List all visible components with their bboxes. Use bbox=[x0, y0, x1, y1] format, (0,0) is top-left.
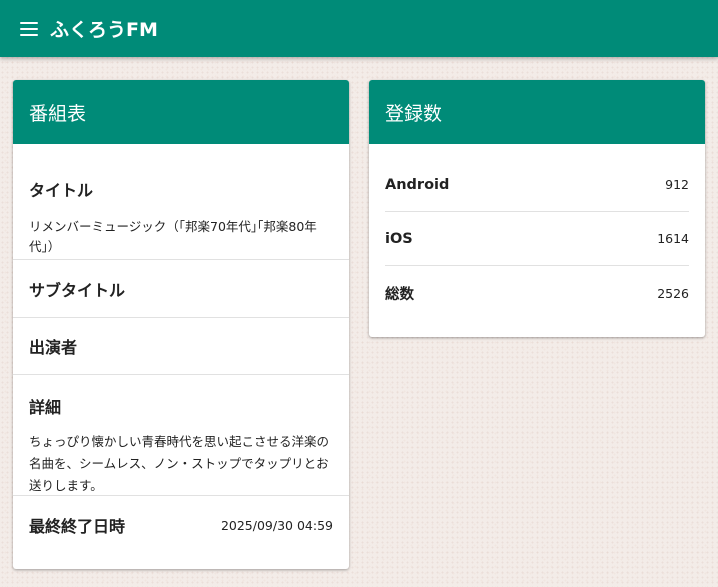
registration-label: 総数 bbox=[385, 286, 414, 303]
subtitle-section: サブタイトル bbox=[13, 260, 349, 318]
registration-row-ios: iOS 1614 bbox=[385, 212, 689, 266]
last-updated-value: 2025/09/30 04:59 bbox=[220, 517, 333, 533]
title-label: タイトル bbox=[29, 181, 94, 200]
detail-section: 詳細 ちょっぴり懐かしい青春時代を思い起こさせる洋楽の名曲を、シームレス、ノン・… bbox=[13, 375, 349, 496]
menu-icon-bar bbox=[20, 27, 38, 30]
registrations-card-header: 登録数 bbox=[369, 80, 705, 144]
menu-icon[interactable] bbox=[20, 21, 38, 36]
registration-count: 912 bbox=[665, 177, 689, 192]
schedule-card-header: 番組表 bbox=[13, 80, 349, 144]
app-title: ふくろうFM bbox=[50, 19, 158, 41]
last-updated-section: 最終終了日時 2025/09/30 04:59 bbox=[13, 496, 349, 554]
registration-label: iOS bbox=[385, 230, 413, 247]
registrations-list: Android 912 iOS 1614 総数 2526 bbox=[369, 144, 705, 320]
detail-label: 詳細 bbox=[29, 398, 62, 417]
cast-label: 出演者 bbox=[29, 338, 78, 357]
registration-count: 2526 bbox=[657, 285, 689, 301]
detail-value: ちょっぴり懐かしい青春時代を思い起こさせる洋楽の名曲を、シームレス、ノン・ストッ… bbox=[29, 434, 330, 493]
cast-section: 出演者 bbox=[13, 318, 349, 375]
subtitle-label: サブタイトル bbox=[29, 280, 126, 300]
app-bar: ふくろうFM bbox=[0, 0, 718, 57]
menu-icon-bar bbox=[20, 21, 38, 24]
registration-label: Android bbox=[385, 176, 450, 193]
title-value: リメンバーミュージック（｢邦楽70年代｣｢邦楽80年代｣） bbox=[29, 219, 317, 254]
registration-row-android: Android 912 bbox=[385, 158, 689, 212]
last-updated-label: 最終終了日時 bbox=[29, 517, 126, 536]
registrations-card: 登録数 Android 912 iOS 1614 総数 2526 bbox=[369, 80, 705, 337]
schedule-card: 番組表 タイトル リメンバーミュージック（｢邦楽70年代｣｢邦楽80年代｣） サ… bbox=[13, 80, 349, 569]
registration-count: 1614 bbox=[657, 231, 689, 246]
registration-row-total: 総数 2526 bbox=[385, 266, 689, 320]
menu-icon-bar bbox=[20, 33, 38, 36]
title-section: タイトル リメンバーミュージック（｢邦楽70年代｣｢邦楽80年代｣） bbox=[13, 144, 349, 260]
